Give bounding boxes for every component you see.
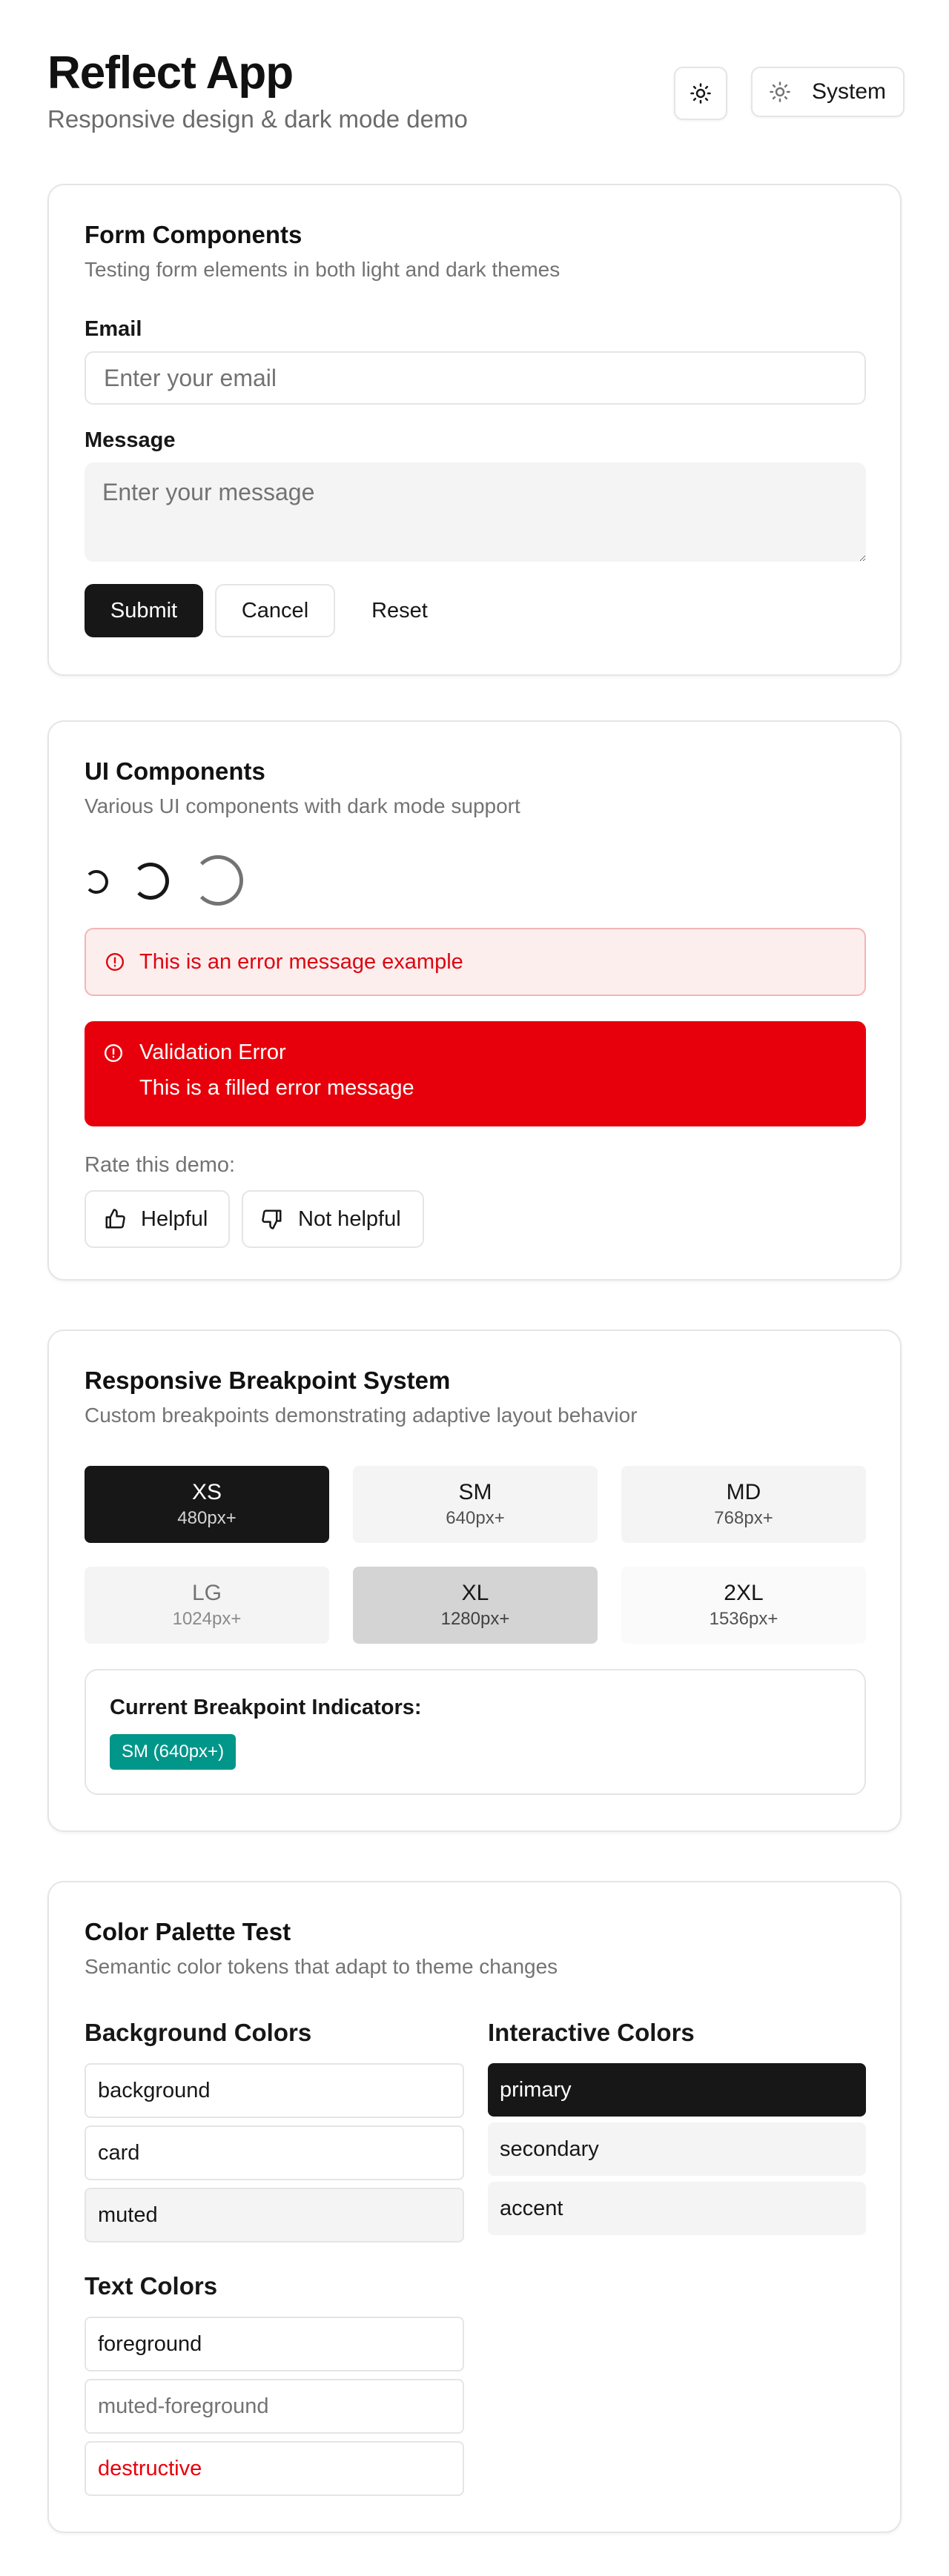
app-header: Reflect App Responsive design & dark mod…: [47, 44, 905, 141]
swatch-destructive: destructive: [85, 2441, 464, 2496]
spinner-small: [85, 870, 108, 894]
theme-select-label: System: [812, 79, 887, 104]
error-title: Validation Error: [139, 1040, 286, 1064]
breakpoint-name: LG: [191, 1581, 222, 1605]
breakpoint-name: 2XL: [724, 1581, 764, 1605]
swatch-accent: accent: [488, 2182, 866, 2235]
reset-button[interactable]: Reset: [344, 584, 455, 637]
text-colors-heading: Text Colors: [85, 2272, 218, 2300]
breakpoint-size: 1536px+: [709, 1609, 778, 1629]
card-description: Various UI components with dark mode sup…: [85, 794, 520, 817]
breakpoint-tile-2xl: 2XL 1536px+: [621, 1567, 866, 1644]
swatch-muted: muted: [85, 2188, 464, 2243]
breakpoint-size: 1024px+: [172, 1609, 242, 1629]
spinner-large: [193, 855, 243, 906]
error-text: This is a filled error message: [139, 1076, 414, 1100]
swatch-background: background: [85, 2063, 464, 2118]
cancel-button[interactable]: Cancel: [215, 584, 335, 637]
thumbs-up-icon: [105, 1209, 125, 1229]
theme-select[interactable]: System: [751, 67, 905, 117]
helpful-label: Helpful: [141, 1206, 208, 1231]
thumbs-down-icon: [262, 1209, 282, 1229]
breakpoint-name: MD: [726, 1480, 761, 1504]
page: Reflect App Responsive design & dark mod…: [0, 0, 949, 2576]
ui-components-card: UI Components Various UI components with…: [47, 720, 902, 1281]
app-title: Reflect App: [47, 47, 294, 99]
swatch-secondary: secondary: [488, 2122, 866, 2176]
breakpoint-size: 480px+: [177, 1508, 237, 1528]
helpful-button[interactable]: Helpful: [85, 1190, 230, 1248]
not-helpful-button[interactable]: Not helpful: [242, 1190, 424, 1248]
app-subtitle: Responsive design & dark mode demo: [47, 105, 468, 133]
background-colors-heading: Background Colors: [85, 2019, 312, 2046]
breakpoint-name: XL: [461, 1581, 489, 1605]
swatch-card: card: [85, 2125, 464, 2180]
email-label: Email: [85, 317, 142, 341]
card-description: Custom breakpoints demonstrating adaptiv…: [85, 1404, 638, 1427]
swatch-primary: primary: [488, 2063, 866, 2117]
card-title: Form Components: [85, 221, 302, 248]
swatch-foreground: foreground: [85, 2317, 464, 2371]
spinner-medium: [132, 863, 169, 900]
breakpoint-tile-md: MD 768px+: [621, 1466, 866, 1543]
card-description: Semantic color tokens that adapt to them…: [85, 1955, 558, 1978]
breakpoint-tile-xs: XS 480px+: [85, 1466, 329, 1543]
error-alert-outline: This is an error message example: [85, 928, 866, 996]
alert-circle-icon: [105, 952, 125, 972]
breakpoint-tile-xl: XL 1280px+: [353, 1567, 598, 1644]
current-breakpoint-badge: SM (640px+): [110, 1734, 237, 1770]
breakpoint-size: 768px+: [714, 1508, 773, 1528]
card-description: Testing form elements in both light and …: [85, 258, 561, 281]
message-textarea[interactable]: [85, 462, 866, 562]
interactive-colors-heading: Interactive Colors: [488, 2019, 695, 2046]
breakpoint-size: 640px+: [446, 1508, 505, 1528]
error-message-text: This is an error message example: [139, 949, 463, 974]
breakpoint-indicators: Current Breakpoint Indicators: SM (640px…: [85, 1669, 866, 1795]
not-helpful-label: Not helpful: [298, 1206, 401, 1231]
theme-toggle-button[interactable]: [674, 67, 727, 120]
breakpoint-size: 1280px+: [440, 1609, 510, 1629]
card-title: Color Palette Test: [85, 1918, 291, 1945]
indicators-title: Current Breakpoint Indicators:: [110, 1696, 422, 1719]
email-input[interactable]: [85, 351, 866, 405]
breakpoint-name: SM: [458, 1480, 492, 1504]
swatch-muted-foreground: muted-foreground: [85, 2379, 464, 2434]
sun-icon: [690, 83, 711, 104]
card-title: UI Components: [85, 757, 265, 785]
rate-label: Rate this demo:: [85, 1153, 236, 1177]
form-components-card: Form Components Testing form elements in…: [47, 184, 902, 676]
message-label: Message: [85, 428, 176, 452]
breakpoint-name: XS: [191, 1480, 222, 1504]
card-title: Responsive Breakpoint System: [85, 1367, 451, 1394]
alert-circle-icon: [104, 1043, 123, 1063]
sun-icon: [770, 82, 790, 102]
submit-button[interactable]: Submit: [85, 584, 203, 637]
color-palette-card: Color Palette Test Semantic color tokens…: [47, 1881, 902, 2533]
breakpoint-card: Responsive Breakpoint System Custom brea…: [47, 1330, 902, 1832]
error-alert-filled: Validation Error This is a filled error …: [85, 1021, 866, 1126]
breakpoint-tile-lg: LG 1024px+: [85, 1567, 329, 1644]
breakpoint-tile-sm: SM 640px+: [353, 1466, 598, 1543]
